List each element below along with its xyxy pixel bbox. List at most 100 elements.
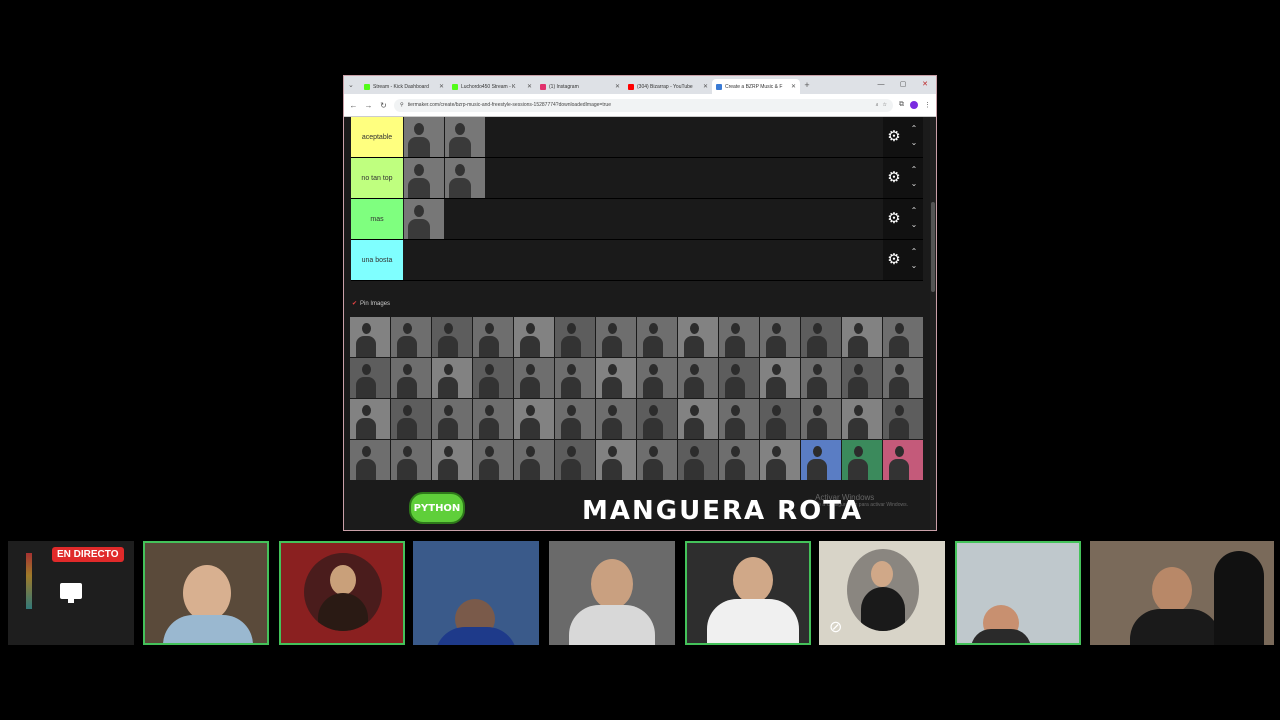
scrollbar[interactable] — [930, 117, 936, 530]
tier-item-image[interactable] — [404, 199, 444, 239]
participant-tile[interactable] — [549, 541, 675, 645]
pool-item-image[interactable] — [801, 440, 841, 480]
new-tab-button[interactable]: + — [800, 80, 814, 90]
participant-tile-host-screen[interactable]: EN DIRECTO — [8, 541, 134, 645]
pool-item-image[interactable] — [555, 317, 595, 357]
pool-item-image[interactable] — [350, 317, 390, 357]
close-icon[interactable]: ✕ — [439, 83, 444, 90]
tier-label[interactable]: no tan top — [351, 158, 403, 198]
pool-item-image[interactable] — [719, 399, 759, 439]
pool-item-image[interactable] — [678, 399, 718, 439]
pool-item-image[interactable] — [391, 358, 431, 398]
pool-item-image[interactable] — [473, 440, 513, 480]
participant-tile[interactable] — [143, 541, 269, 645]
pool-item-image[interactable] — [473, 317, 513, 357]
pool-item-image[interactable] — [432, 440, 472, 480]
participant-tile[interactable]: ⊘ — [819, 541, 945, 645]
pool-item-image[interactable] — [514, 317, 554, 357]
chevron-up-icon[interactable]: ⌃ — [909, 125, 919, 133]
profile-avatar[interactable] — [910, 101, 918, 109]
pool-item-image[interactable] — [637, 358, 677, 398]
url-field[interactable]: ⚲ tiermaker.com/create/bzrp-music-and-fr… — [394, 98, 893, 112]
pool-item-image[interactable] — [350, 399, 390, 439]
chevron-up-icon[interactable]: ⌃ — [909, 207, 919, 215]
tier-item-image[interactable] — [404, 117, 444, 157]
tier-label[interactable]: aceptable — [351, 117, 403, 157]
pool-item-image[interactable] — [760, 358, 800, 398]
close-window-icon[interactable]: ✕ — [914, 76, 936, 94]
tab-kick-dashboard[interactable]: Stream - Kick Dashboard ✕ — [360, 79, 448, 94]
pin-icon[interactable]: ✔ — [352, 300, 357, 307]
pool-item-image[interactable] — [719, 440, 759, 480]
participant-tile[interactable] — [955, 541, 1081, 645]
pool-item-image[interactable] — [719, 358, 759, 398]
pool-item-image[interactable] — [801, 317, 841, 357]
scrollbar-thumb[interactable] — [931, 202, 935, 292]
pool-item-image[interactable] — [514, 399, 554, 439]
reload-icon[interactable]: ↻ — [379, 101, 388, 110]
bookmark-star-icon[interactable]: ☆ — [883, 102, 887, 108]
tier-item-image[interactable] — [404, 158, 444, 198]
chevron-up-icon[interactable]: ⌃ — [909, 248, 919, 256]
pool-item-image[interactable] — [842, 399, 882, 439]
pool-item-image[interactable] — [391, 317, 431, 357]
pool-item-image[interactable] — [514, 358, 554, 398]
pool-item-image[interactable] — [596, 358, 636, 398]
pool-item-image[interactable] — [801, 358, 841, 398]
participant-tile[interactable] — [685, 541, 811, 645]
minimize-icon[interactable]: — — [870, 76, 892, 94]
pool-item-image[interactable] — [473, 399, 513, 439]
menu-kebab-icon[interactable]: ⋮ — [924, 101, 931, 109]
chevron-down-icon[interactable]: ⌄ — [909, 180, 919, 188]
pool-item-image[interactable] — [760, 399, 800, 439]
chevron-down-icon[interactable]: ⌄ — [909, 139, 919, 147]
tier-item-image[interactable] — [445, 158, 485, 198]
pool-item-image[interactable] — [719, 317, 759, 357]
tier-item-image[interactable] — [445, 117, 485, 157]
extensions-icon[interactable]: ⧉ — [899, 101, 904, 109]
pool-item-image[interactable] — [678, 317, 718, 357]
pool-item-image[interactable] — [842, 440, 882, 480]
pool-item-image[interactable] — [473, 358, 513, 398]
pool-item-image[interactable] — [637, 317, 677, 357]
pool-item-image[interactable] — [842, 358, 882, 398]
participant-tile[interactable] — [413, 541, 539, 645]
gear-icon[interactable]: ⚙ — [886, 129, 902, 145]
tab-instagram[interactable]: (1) Instagram ✕ — [536, 79, 624, 94]
close-icon[interactable]: ✕ — [791, 83, 796, 90]
pool-item-image[interactable] — [350, 440, 390, 480]
pool-item-image[interactable] — [883, 317, 923, 357]
pool-item-image[interactable] — [432, 358, 472, 398]
pool-item-image[interactable] — [596, 440, 636, 480]
tab-search-icon[interactable]: ⌄ — [348, 81, 360, 89]
chevron-up-icon[interactable]: ⌃ — [909, 166, 919, 174]
gear-icon[interactable]: ⚙ — [886, 252, 902, 268]
pool-item-image[interactable] — [391, 399, 431, 439]
pool-item-image[interactable] — [350, 358, 390, 398]
pool-item-image[interactable] — [760, 317, 800, 357]
pool-item-image[interactable] — [391, 440, 431, 480]
participant-tile[interactable] — [1090, 541, 1274, 645]
pool-item-image[interactable] — [678, 440, 718, 480]
pool-item-image[interactable] — [514, 440, 554, 480]
close-icon[interactable]: ✕ — [615, 83, 620, 90]
pool-item-image[interactable] — [555, 399, 595, 439]
tab-tiermaker[interactable]: Create a BZRP Music & F ✕ — [712, 79, 800, 94]
gear-icon[interactable]: ⚙ — [886, 170, 902, 186]
pool-item-image[interactable] — [883, 358, 923, 398]
close-icon[interactable]: ✕ — [527, 83, 532, 90]
pool-item-image[interactable] — [842, 317, 882, 357]
pool-item-image[interactable] — [555, 358, 595, 398]
pool-item-image[interactable] — [432, 317, 472, 357]
pool-item-image[interactable] — [801, 399, 841, 439]
pool-item-image[interactable] — [760, 440, 800, 480]
tier-label[interactable]: mas — [351, 199, 403, 239]
forward-icon[interactable]: → — [364, 101, 373, 110]
pool-item-image[interactable] — [432, 399, 472, 439]
pool-item-image[interactable] — [883, 399, 923, 439]
pool-item-image[interactable] — [637, 399, 677, 439]
site-info-icon[interactable]: ⚲ — [400, 102, 404, 108]
chevron-down-icon[interactable]: ⌄ — [909, 262, 919, 270]
gear-icon[interactable]: ⚙ — [886, 211, 902, 227]
tier-label[interactable]: una bosta — [351, 240, 403, 280]
